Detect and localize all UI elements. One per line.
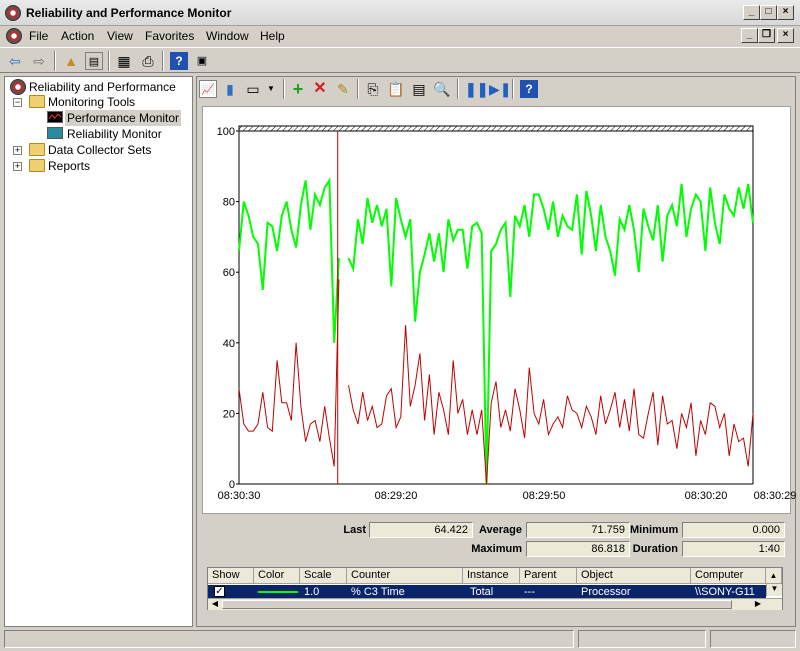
performance-chart[interactable]: 10080604020008:30:30 08:29:20 08:29:50 08:3… [0,0,800,520]
row-instance: Total [470,586,494,598]
col-scale[interactable]: Scale [300,568,347,584]
duration-label: Duration [632,543,678,555]
x-tick-label: 08:29:20 [375,490,418,502]
status-pane-3 [710,630,796,648]
col-color[interactable]: Color [254,568,300,584]
row-computer: \\SONY-G11 [695,586,755,598]
average-label: Average [478,524,522,536]
series-green-line [347,183,754,485]
col-parent[interactable]: Parent [520,568,577,584]
status-bar [0,628,800,651]
scroll-down-icon[interactable]: ▼ [766,584,782,596]
row-parent: --- [524,586,535,598]
average-value: 71.759 [526,522,630,538]
row-object: Processor [581,586,631,598]
series-red-line [348,325,754,485]
time-scale-bar [238,125,754,132]
show-checkbox[interactable]: ✓ [214,586,225,597]
scroll-right-icon[interactable]: ▶ [752,599,764,610]
y-tick-label: 100 [217,126,235,138]
duration-value: 1:40 [682,541,785,557]
horizontal-scrollbar[interactable]: ◀ ▶ [208,598,782,610]
x-tick-label: 08:29:50 [523,490,566,502]
scrollbar-thumb[interactable] [222,600,732,609]
col-computer[interactable]: Computer [691,568,766,584]
maximum-label: Maximum [471,543,522,555]
col-show[interactable]: Show [208,568,254,584]
minimum-value: 0.000 [682,522,785,538]
row-counter: % C3 Time [351,586,405,598]
maximum-value: 86.818 [526,541,630,557]
x-tick-label: 08:30:30 [218,490,261,502]
series-color-swatch [258,591,298,593]
y-tick-label: 20 [223,408,235,420]
y-tick-label: 60 [223,267,235,279]
x-tick-label: 08:30:29 [754,490,797,502]
status-pane-2 [578,630,706,648]
last-value: 64.422 [369,522,473,538]
series-green-line [238,177,340,343]
x-tick-label: 08:30:20 [685,490,728,502]
row-scale: 1.0 [304,586,320,598]
y-tick-label: 40 [223,338,235,350]
scroll-up-icon[interactable]: ▲ [766,568,782,584]
last-label: Last [343,524,366,536]
status-pane-main [4,630,574,648]
col-counter[interactable]: Counter [347,568,463,584]
y-tick-label: 80 [223,197,235,209]
series-red-line [238,279,340,467]
counter-legend: Show Color Scale Counter Instance Parent… [207,567,783,610]
minimum-label: Minimum [630,524,679,536]
scroll-left-icon[interactable]: ◀ [209,599,221,610]
col-object[interactable]: Object [577,568,691,584]
col-instance[interactable]: Instance [463,568,520,584]
